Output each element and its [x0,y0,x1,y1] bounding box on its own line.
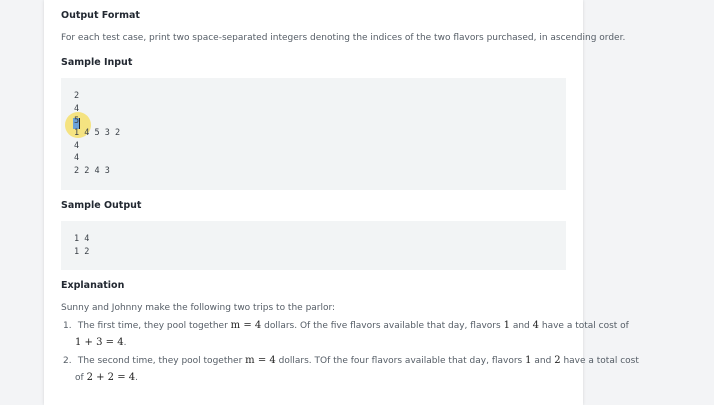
code-line: 4 [74,141,80,151]
list-text: . [135,373,138,383]
math-expression: 2 + 2 = 4 [86,372,136,383]
sample-input-heading: Sample Input [61,57,133,68]
math-expression: m = 4 [245,355,276,366]
list-item: 2. The second time, they pool together m… [63,355,639,366]
code-line: 2 2 4 3 [74,166,110,176]
list-item: 1. The first time, they pool together m … [63,320,629,331]
list-text: and [512,321,530,331]
math-expression: 1 + 3 = 4 [75,337,124,348]
problem-page: Output Format For each test case, print … [44,0,639,405]
list-number: 2. [63,356,72,366]
output-format-text: For each test case, print two space-sepa… [61,33,626,43]
list-text: and [534,356,552,366]
list-number: 1. [63,321,72,331]
list-text: dollars. Of the five flavors available t… [264,321,501,331]
math-expression: m = 4 [230,320,262,331]
list-text: have a total cost [563,356,639,366]
math-expression: 4 [532,320,539,331]
code-line: 1 2 [74,247,90,257]
sample-input-code[interactable]: 2 4 5 1 4 5 3 2 4 4 2 2 4 3 [61,78,566,190]
list-item-continuation: of 2 + 2 = 4. [75,372,138,383]
output-format-heading: Output Format [61,10,140,21]
code-line: 1 4 5 3 2 [74,128,121,138]
code-line: 1 4 [74,234,90,244]
list-text: dollars. TOf the four flavors available … [278,356,523,366]
code-line: 2 [74,91,80,101]
math-expression: 1 [503,320,510,331]
explanation-intro: Sunny and Johnny make the following two … [61,303,336,313]
list-item-continuation: 1 + 3 = 4. [75,337,126,348]
explanation-heading: Explanation [61,280,125,291]
list-text: The first time, they pool together [77,321,228,331]
sample-output-code[interactable]: 1 4 1 2 [61,221,566,270]
list-text: of [75,373,84,383]
list-text: have a total cost of [541,321,629,331]
code-line: 4 [74,153,80,163]
sample-output-heading: Sample Output [61,200,142,211]
list-text: . [123,338,127,348]
code-line: 4 [74,104,80,114]
math-expression: 1 [525,355,532,366]
math-expression: 2 [554,355,561,366]
list-text: The second time, they pool together [77,356,243,366]
